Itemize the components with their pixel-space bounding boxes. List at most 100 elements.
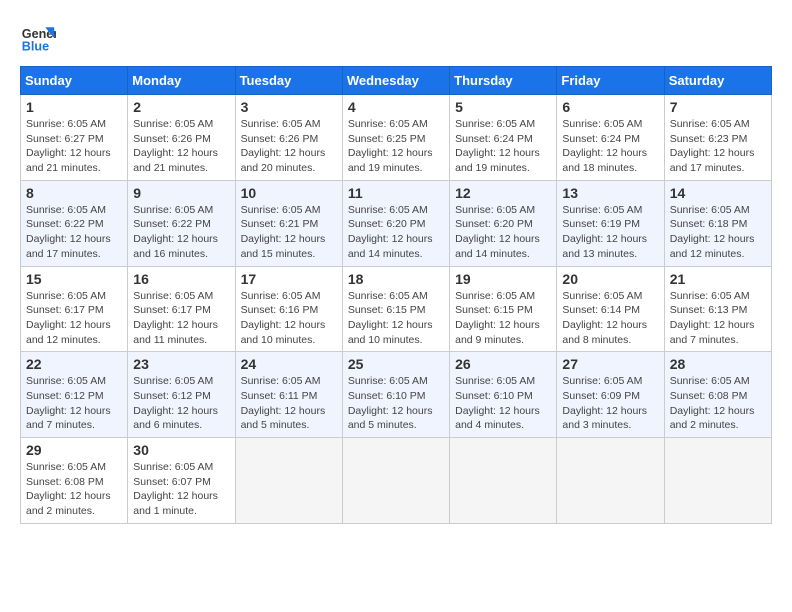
day-number: 29 bbox=[26, 442, 122, 458]
calendar-day: 12 Sunrise: 6:05 AMSunset: 6:20 PMDayligh… bbox=[450, 180, 557, 266]
day-number: 19 bbox=[455, 271, 551, 287]
calendar-day: 21 Sunrise: 6:05 AMSunset: 6:13 PMDayligh… bbox=[664, 266, 771, 352]
calendar-day bbox=[342, 438, 449, 524]
calendar-day: 2 Sunrise: 6:05 AMSunset: 6:26 PMDaylight… bbox=[128, 95, 235, 181]
svg-text:Blue: Blue bbox=[22, 40, 49, 54]
day-info: Sunrise: 6:05 AMSunset: 6:21 PMDaylight:… bbox=[241, 203, 337, 262]
day-number: 12 bbox=[455, 185, 551, 201]
day-number: 18 bbox=[348, 271, 444, 287]
weekday-header-saturday: Saturday bbox=[664, 67, 771, 95]
day-info: Sunrise: 6:05 AMSunset: 6:24 PMDaylight:… bbox=[455, 117, 551, 176]
day-number: 24 bbox=[241, 356, 337, 372]
day-number: 8 bbox=[26, 185, 122, 201]
weekday-header-thursday: Thursday bbox=[450, 67, 557, 95]
calendar-table: SundayMondayTuesdayWednesdayThursdayFrid… bbox=[20, 66, 772, 524]
calendar-day: 5Sunrise: 6:05 AMSunset: 6:24 PMDaylight… bbox=[450, 95, 557, 181]
weekday-header-friday: Friday bbox=[557, 67, 664, 95]
calendar-day: 28 Sunrise: 6:05 AMSunset: 6:08 PMDayligh… bbox=[664, 352, 771, 438]
calendar-day: 19 Sunrise: 6:05 AMSunset: 6:15 PMDayligh… bbox=[450, 266, 557, 352]
day-info: Sunrise: 6:05 AMSunset: 6:19 PMDaylight:… bbox=[562, 203, 658, 262]
day-number: 10 bbox=[241, 185, 337, 201]
day-info: Sunrise: 6:05 AMSunset: 6:14 PMDaylight:… bbox=[562, 289, 658, 348]
day-info: Sunrise: 6:05 AMSunset: 6:17 PMDaylight:… bbox=[26, 289, 122, 348]
calendar-week-row: 22 Sunrise: 6:05 AMSunset: 6:12 PMDayligh… bbox=[21, 352, 772, 438]
day-info: Sunrise: 6:05 AMSunset: 6:20 PMDaylight:… bbox=[455, 203, 551, 262]
day-number: 1 bbox=[26, 99, 122, 115]
calendar-week-row: 1 Sunrise: 6:05 AMSunset: 6:27 PMDaylight… bbox=[21, 95, 772, 181]
calendar-week-row: 29 Sunrise: 6:05 AMSunset: 6:08 PMDayligh… bbox=[21, 438, 772, 524]
calendar-day bbox=[557, 438, 664, 524]
calendar-day: 29 Sunrise: 6:05 AMSunset: 6:08 PMDayligh… bbox=[21, 438, 128, 524]
calendar-day: 30 Sunrise: 6:05 AMSunset: 6:07 PMDayligh… bbox=[128, 438, 235, 524]
day-info: Sunrise: 6:05 AMSunset: 6:15 PMDaylight:… bbox=[348, 289, 444, 348]
calendar-day: 20 Sunrise: 6:05 AMSunset: 6:14 PMDayligh… bbox=[557, 266, 664, 352]
day-info: Sunrise: 6:05 AMSunset: 6:12 PMDaylight:… bbox=[26, 374, 122, 433]
day-info: Sunrise: 6:05 AMSunset: 6:26 PMDaylight:… bbox=[133, 117, 229, 176]
weekday-header-monday: Monday bbox=[128, 67, 235, 95]
calendar-day bbox=[235, 438, 342, 524]
calendar-day: 24 Sunrise: 6:05 AMSunset: 6:11 PMDayligh… bbox=[235, 352, 342, 438]
calendar-week-row: 8 Sunrise: 6:05 AMSunset: 6:22 PMDaylight… bbox=[21, 180, 772, 266]
calendar-day: 15 Sunrise: 6:05 AMSunset: 6:17 PMDayligh… bbox=[21, 266, 128, 352]
day-info: Sunrise: 6:05 AMSunset: 6:13 PMDaylight:… bbox=[670, 289, 766, 348]
day-number: 2 bbox=[133, 99, 229, 115]
calendar-day: 4Sunrise: 6:05 AMSunset: 6:25 PMDaylight… bbox=[342, 95, 449, 181]
calendar-day: 8 Sunrise: 6:05 AMSunset: 6:22 PMDaylight… bbox=[21, 180, 128, 266]
day-info: Sunrise: 6:05 AMSunset: 6:07 PMDaylight:… bbox=[133, 460, 229, 519]
day-number: 25 bbox=[348, 356, 444, 372]
calendar-day: 25 Sunrise: 6:05 AMSunset: 6:10 PMDayligh… bbox=[342, 352, 449, 438]
page-header: General Blue bbox=[20, 20, 772, 56]
weekday-header-wednesday: Wednesday bbox=[342, 67, 449, 95]
day-number: 23 bbox=[133, 356, 229, 372]
calendar-day: 18 Sunrise: 6:05 AMSunset: 6:15 PMDayligh… bbox=[342, 266, 449, 352]
day-info: Sunrise: 6:05 AMSunset: 6:16 PMDaylight:… bbox=[241, 289, 337, 348]
day-info: Sunrise: 6:05 AMSunset: 6:10 PMDaylight:… bbox=[348, 374, 444, 433]
day-number: 17 bbox=[241, 271, 337, 287]
day-number: 13 bbox=[562, 185, 658, 201]
day-info: Sunrise: 6:05 AMSunset: 6:18 PMDaylight:… bbox=[670, 203, 766, 262]
day-info: Sunrise: 6:05 AMSunset: 6:15 PMDaylight:… bbox=[455, 289, 551, 348]
day-info: Sunrise: 6:05 AMSunset: 6:20 PMDaylight:… bbox=[348, 203, 444, 262]
calendar-day: 7 Sunrise: 6:05 AMSunset: 6:23 PMDaylight… bbox=[664, 95, 771, 181]
day-info: Sunrise: 6:05 AMSunset: 6:08 PMDaylight:… bbox=[670, 374, 766, 433]
logo: General Blue bbox=[20, 20, 56, 56]
calendar-day: 26Sunrise: 6:05 AMSunset: 6:10 PMDayligh… bbox=[450, 352, 557, 438]
calendar-day: 23Sunrise: 6:05 AMSunset: 6:12 PMDayligh… bbox=[128, 352, 235, 438]
weekday-header-sunday: Sunday bbox=[21, 67, 128, 95]
calendar-day: 9Sunrise: 6:05 AMSunset: 6:22 PMDaylight… bbox=[128, 180, 235, 266]
calendar-day: 11 Sunrise: 6:05 AMSunset: 6:20 PMDayligh… bbox=[342, 180, 449, 266]
calendar-week-row: 15 Sunrise: 6:05 AMSunset: 6:17 PMDayligh… bbox=[21, 266, 772, 352]
day-info: Sunrise: 6:05 AMSunset: 6:26 PMDaylight:… bbox=[241, 117, 337, 176]
day-info: Sunrise: 6:05 AMSunset: 6:22 PMDaylight:… bbox=[26, 203, 122, 262]
day-number: 14 bbox=[670, 185, 766, 201]
weekday-header-tuesday: Tuesday bbox=[235, 67, 342, 95]
calendar-day bbox=[664, 438, 771, 524]
day-number: 28 bbox=[670, 356, 766, 372]
day-number: 11 bbox=[348, 185, 444, 201]
day-number: 21 bbox=[670, 271, 766, 287]
day-info: Sunrise: 6:05 AMSunset: 6:08 PMDaylight:… bbox=[26, 460, 122, 519]
day-info: Sunrise: 6:05 AMSunset: 6:23 PMDaylight:… bbox=[670, 117, 766, 176]
day-number: 15 bbox=[26, 271, 122, 287]
calendar-day: 3 Sunrise: 6:05 AMSunset: 6:26 PMDaylight… bbox=[235, 95, 342, 181]
calendar-header-row: SundayMondayTuesdayWednesdayThursdayFrid… bbox=[21, 67, 772, 95]
calendar-day: 17 Sunrise: 6:05 AMSunset: 6:16 PMDayligh… bbox=[235, 266, 342, 352]
calendar-day: 10 Sunrise: 6:05 AMSunset: 6:21 PMDayligh… bbox=[235, 180, 342, 266]
day-number: 16 bbox=[133, 271, 229, 287]
day-info: Sunrise: 6:05 AMSunset: 6:24 PMDaylight:… bbox=[562, 117, 658, 176]
calendar-day: 27Sunrise: 6:05 AMSunset: 6:09 PMDayligh… bbox=[557, 352, 664, 438]
calendar-day: 1 Sunrise: 6:05 AMSunset: 6:27 PMDaylight… bbox=[21, 95, 128, 181]
day-info: Sunrise: 6:05 AMSunset: 6:09 PMDaylight:… bbox=[562, 374, 658, 433]
day-info: Sunrise: 6:05 AMSunset: 6:22 PMDaylight:… bbox=[133, 203, 229, 262]
calendar-day bbox=[450, 438, 557, 524]
day-number: 20 bbox=[562, 271, 658, 287]
day-number: 3 bbox=[241, 99, 337, 115]
day-number: 30 bbox=[133, 442, 229, 458]
day-number: 26 bbox=[455, 356, 551, 372]
day-number: 7 bbox=[670, 99, 766, 115]
day-info: Sunrise: 6:05 AMSunset: 6:27 PMDaylight:… bbox=[26, 117, 122, 176]
calendar-day: 13 Sunrise: 6:05 AMSunset: 6:19 PMDayligh… bbox=[557, 180, 664, 266]
calendar-day: 14 Sunrise: 6:05 AMSunset: 6:18 PMDayligh… bbox=[664, 180, 771, 266]
day-info: Sunrise: 6:05 AMSunset: 6:11 PMDaylight:… bbox=[241, 374, 337, 433]
day-number: 22 bbox=[26, 356, 122, 372]
